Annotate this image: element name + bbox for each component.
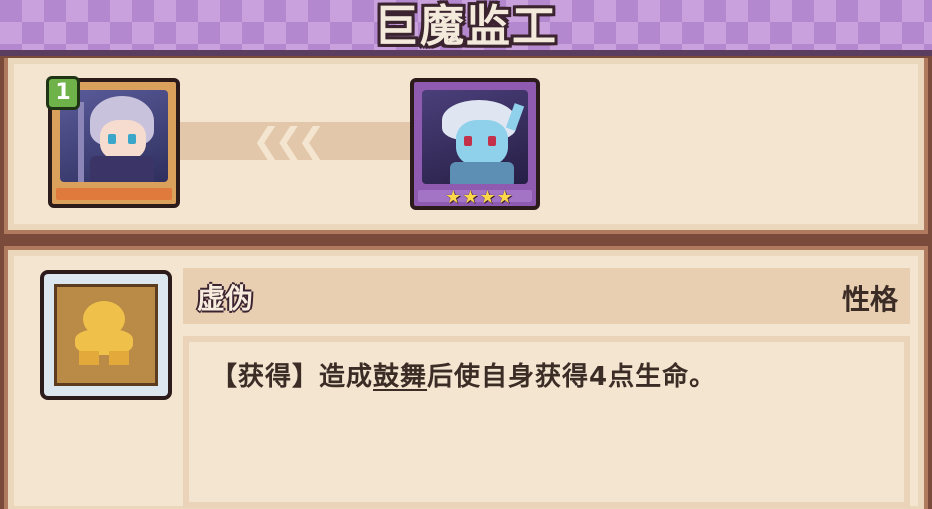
trait-icon	[54, 284, 158, 386]
current-unit-strip	[56, 188, 172, 200]
skill-name: 虚伪	[197, 282, 254, 315]
star-icon: ★	[445, 187, 462, 208]
skill-header: 虚伪 性格	[183, 268, 910, 324]
keyword-link[interactable]: 鼓舞	[373, 362, 427, 392]
evolved-unit-card[interactable]: ★ ★ ★ ★	[410, 78, 540, 210]
unit-title: 巨魔监工	[374, 1, 558, 52]
level-badge: 1	[46, 76, 80, 110]
evolved-unit-portrait	[422, 90, 528, 184]
chevron-left-arrows-icon: ❮❮❮	[252, 121, 326, 161]
skill-description: 【获得】造成鼓舞后使自身获得4点生命。	[211, 356, 716, 393]
star-rating: ★ ★ ★ ★	[436, 188, 522, 208]
star-icon: ★	[479, 187, 496, 208]
skill-icon-frame[interactable]	[40, 270, 172, 400]
title-banner: 巨魔监工	[0, 0, 932, 56]
skill-description-box: 【获得】造成鼓舞后使自身获得4点生命。	[183, 336, 910, 508]
skill-type: 性格	[841, 283, 898, 316]
current-unit-card[interactable]: 1	[46, 76, 180, 208]
description-suffix: 后使自身获得4点生命。	[427, 362, 717, 392]
description-prefix: 【获得】造成	[211, 362, 374, 392]
star-icon: ★	[496, 187, 513, 208]
star-icon: ★	[462, 187, 479, 208]
